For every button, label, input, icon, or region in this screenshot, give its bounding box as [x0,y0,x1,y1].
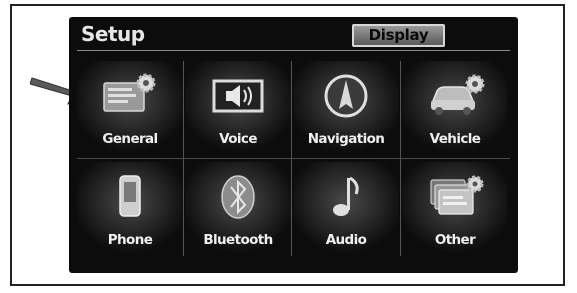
setup-screen: Setup Display General Voice Navigation V… [69,17,518,273]
menu-item-label: General [102,131,158,147]
screen-header: Setup Display [69,17,518,53]
menu-item-audio[interactable]: Audio [293,162,399,256]
music-note-icon [333,176,359,216]
general-settings-icon [103,73,156,112]
menu-item-voice[interactable]: Voice [185,61,291,155]
menu-item-label: Audio [325,232,367,248]
screen-title: Setup [81,22,145,46]
display-button[interactable]: Display [352,24,445,47]
bluetooth-icon [221,175,255,219]
car-settings-icon [431,74,485,115]
phone-icon [119,175,141,217]
menu-item-general[interactable]: General [77,61,183,155]
other-settings-icon [430,175,484,215]
menu-item-navigation[interactable]: Navigation [293,61,399,155]
menu-item-label: Other [434,232,476,248]
speaker-icon [212,79,264,113]
menu-item-phone[interactable]: Phone [77,162,183,256]
menu-item-label: Vehicle [429,131,481,147]
menu-item-bluetooth[interactable]: Bluetooth [185,162,291,256]
menu-item-vehicle[interactable]: Vehicle [402,61,508,155]
menu-item-other[interactable]: Other [402,162,508,256]
menu-item-label: Voice [219,131,257,147]
header-divider [77,50,510,51]
menu-item-label: Navigation [307,131,385,147]
menu-item-label: Bluetooth [203,232,273,248]
grid-divider [77,158,510,159]
menu-item-label: Phone [107,232,153,248]
compass-icon [324,74,368,118]
